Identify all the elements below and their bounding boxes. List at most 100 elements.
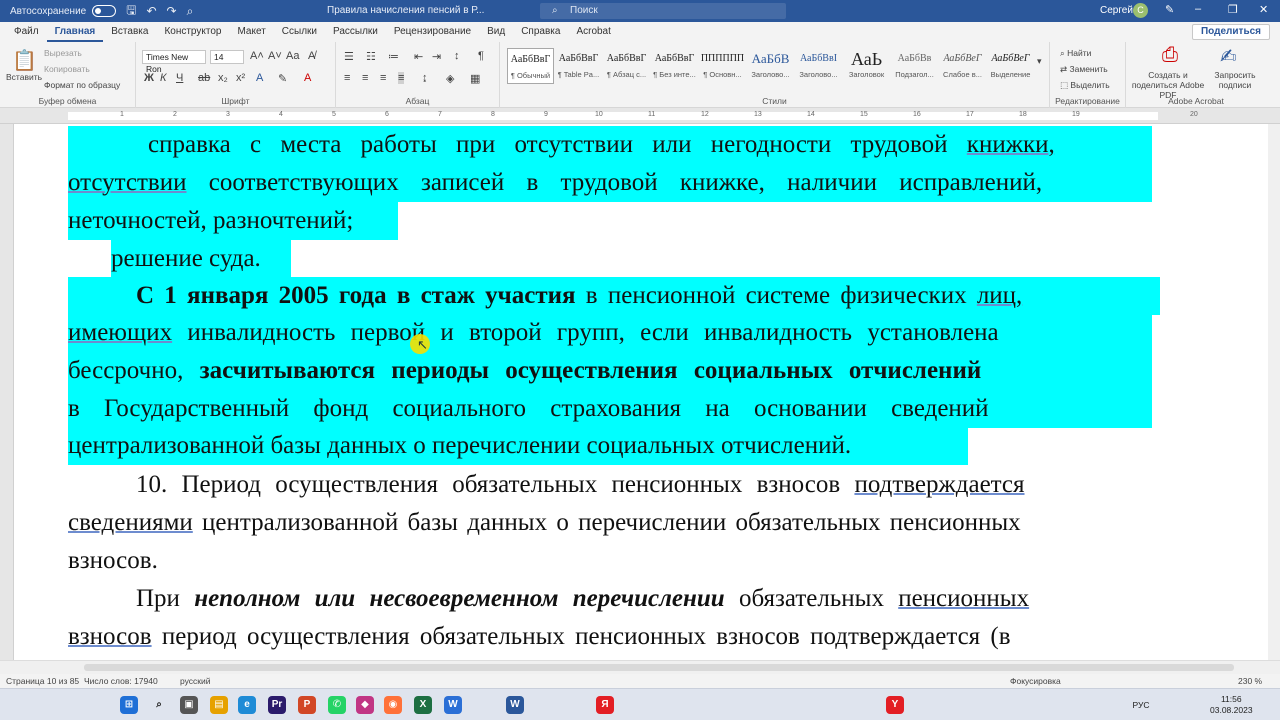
style-subtle-emphasis[interactable]: АаБбВеГ Слабое в... xyxy=(939,48,986,84)
restore-icon[interactable]: ❐ xyxy=(1228,3,1238,16)
copy-button[interactable]: Копировать xyxy=(44,64,90,74)
tab-insert[interactable]: Вставка xyxy=(103,22,156,42)
numbering-icon[interactable]: ☷ xyxy=(366,50,376,63)
align-left-icon[interactable]: ≡ xyxy=(344,72,350,84)
align-center-icon[interactable]: ≡ xyxy=(362,72,368,84)
tab-file[interactable]: Файл xyxy=(6,22,47,42)
paste-icon[interactable]: 📋 xyxy=(12,48,37,73)
font-size-select[interactable]: 14 xyxy=(210,50,244,64)
justify-icon[interactable]: ≡ xyxy=(398,72,405,84)
underline-icon[interactable]: Ч xyxy=(176,72,183,84)
premiere-icon[interactable]: Pr xyxy=(268,696,286,714)
horizontal-scrollbar[interactable] xyxy=(0,660,1280,674)
font-family-select[interactable]: Times New Ron xyxy=(142,50,206,74)
firefox-icon[interactable]: ◉ xyxy=(384,696,402,714)
word-icon-1[interactable]: W xyxy=(444,696,462,714)
style-body[interactable]: ПППППП ¶ Основн... xyxy=(699,48,746,84)
close-icon[interactable]: ✕ xyxy=(1259,3,1268,16)
yandex-browser-icon[interactable]: Y xyxy=(886,696,904,714)
pen-icon[interactable]: ✎ xyxy=(1165,3,1174,16)
search-input[interactable]: ⌕ Поиск xyxy=(540,3,786,19)
scroll-thumb[interactable] xyxy=(84,664,1234,671)
word-icon-2[interactable]: W xyxy=(506,696,524,714)
style-heading-1[interactable]: АаБбВ Заголово... xyxy=(747,48,794,84)
app-icon[interactable]: ◆ xyxy=(356,696,374,714)
borders-icon[interactable]: ▦ xyxy=(470,72,480,85)
share-button[interactable]: Поделиться xyxy=(1191,24,1270,40)
pilcrow-icon[interactable]: ¶ xyxy=(478,50,484,62)
line-spacing-icon[interactable]: ↨ xyxy=(422,72,428,84)
tab-view[interactable]: Вид xyxy=(479,22,513,42)
decrease-indent-icon[interactable]: ⇤ xyxy=(414,50,423,63)
tab-mailings[interactable]: Рассылки xyxy=(325,22,386,42)
task-view-icon[interactable]: ▣ xyxy=(180,696,198,714)
change-case-icon[interactable]: Aa xyxy=(286,50,299,62)
word-count[interactable]: Число слов: 17940 xyxy=(84,676,158,686)
style-no-spacing[interactable]: АаБбВвГ ¶ Без инте... xyxy=(651,48,698,84)
style-emphasis[interactable]: АаБбВеГ Выделение xyxy=(987,48,1034,84)
subscript-icon[interactable]: x₂ xyxy=(218,72,228,84)
find-button[interactable]: ⌕ Найти xyxy=(1060,48,1091,59)
shrink-font-icon[interactable]: A˅ xyxy=(268,50,282,62)
tab-acrobat[interactable]: Acrobat xyxy=(568,22,618,42)
search-icon[interactable]: ⌕ xyxy=(187,4,194,19)
tab-references[interactable]: Ссылки xyxy=(274,22,325,42)
undo-icon[interactable]: ↶ xyxy=(146,4,156,18)
autosave-toggle[interactable] xyxy=(92,5,117,17)
search-icon[interactable]: ⌕ xyxy=(150,696,168,714)
windows-start-icon[interactable]: ⊞ xyxy=(120,696,138,714)
bullets-icon[interactable]: ☰ xyxy=(344,50,354,63)
whatsapp-icon[interactable]: ✆ xyxy=(328,696,346,714)
sign-icon[interactable]: ✍ xyxy=(1220,44,1237,69)
strike-icon[interactable]: ab xyxy=(198,72,210,84)
excel-icon[interactable]: X xyxy=(414,696,432,714)
increase-indent-icon[interactable]: ⇥ xyxy=(432,50,441,63)
select-button[interactable]: ⬚ Выделить xyxy=(1060,80,1110,91)
align-right-icon[interactable]: ≡ xyxy=(380,72,386,84)
yandex-icon[interactable]: Я xyxy=(596,696,614,714)
edge-icon[interactable]: e xyxy=(238,696,256,714)
replace-button[interactable]: ⇄ Заменить xyxy=(1060,64,1108,75)
vertical-scrollbar[interactable] xyxy=(1268,124,1280,660)
shading-icon[interactable]: ◈ xyxy=(446,72,454,85)
clear-format-icon[interactable]: A̸ xyxy=(308,50,315,62)
document-page[interactable]: справка с места работы при отсутствии ил… xyxy=(14,124,1268,660)
highlight-icon[interactable]: ✎ xyxy=(278,72,287,85)
horizontal-ruler[interactable]: 1 2 3 4 5 6 7 8 9 10 11 12 13 14 15 16 1… xyxy=(0,108,1280,124)
save-icon[interactable]: 🖫 xyxy=(126,1,136,22)
tab-layout[interactable]: Макет xyxy=(229,22,273,42)
cut-button[interactable]: Вырезать xyxy=(44,48,82,58)
styles-more-icon[interactable]: ▾ xyxy=(1037,56,1042,67)
file-explorer-icon[interactable]: ▤ xyxy=(210,696,228,714)
multilevel-icon[interactable]: ≔ xyxy=(388,50,399,63)
style-table-paragraph[interactable]: АаБбВвГ ¶ Table Pa... xyxy=(555,48,602,84)
redo-icon[interactable]: ↷ xyxy=(167,4,177,18)
tab-home[interactable]: Главная xyxy=(46,22,104,42)
input-language[interactable]: РУС xyxy=(1130,696,1152,714)
superscript-icon[interactable]: x² xyxy=(236,72,245,84)
user-name[interactable]: Сергей xyxy=(1100,5,1133,16)
language-status[interactable]: русский xyxy=(180,676,211,686)
request-sign-button[interactable]: Запросить подписи xyxy=(1210,70,1260,90)
page-count[interactable]: Страница 10 из 85 xyxy=(6,676,79,686)
style-list-paragraph[interactable]: АаБбВвГ ¶ Абзац с... xyxy=(603,48,650,84)
format-painter-button[interactable]: Формат по образцу xyxy=(44,80,120,90)
vertical-ruler[interactable] xyxy=(0,124,14,660)
text-effects-icon[interactable]: A xyxy=(256,72,263,84)
style-normal[interactable]: АаБбВвГ ¶ Обычный xyxy=(507,48,554,84)
zoom-level[interactable]: 230 % xyxy=(1238,676,1262,686)
style-title[interactable]: АаЬ Заголовок xyxy=(843,48,890,84)
style-heading-2[interactable]: АаБбВвI Заголово... xyxy=(795,48,842,84)
clock[interactable]: 11:56 03.08.2023 xyxy=(1210,694,1253,716)
font-color-icon[interactable]: A xyxy=(304,72,311,84)
sort-icon[interactable]: ↕ xyxy=(454,50,460,62)
bold-icon[interactable]: Ж xyxy=(144,72,154,84)
grow-font-icon[interactable]: A˄ xyxy=(250,50,264,62)
focus-button[interactable]: Фокусировка xyxy=(1010,676,1061,686)
pdf-icon[interactable]: ⎙ xyxy=(1162,44,1178,67)
tab-review[interactable]: Рецензирование xyxy=(386,22,479,42)
avatar[interactable]: С xyxy=(1133,3,1148,18)
style-subtitle[interactable]: АаБбВв Подзагол... xyxy=(891,48,938,84)
tab-design[interactable]: Конструктор xyxy=(156,22,229,42)
minimize-icon[interactable]: – xyxy=(1195,3,1201,15)
